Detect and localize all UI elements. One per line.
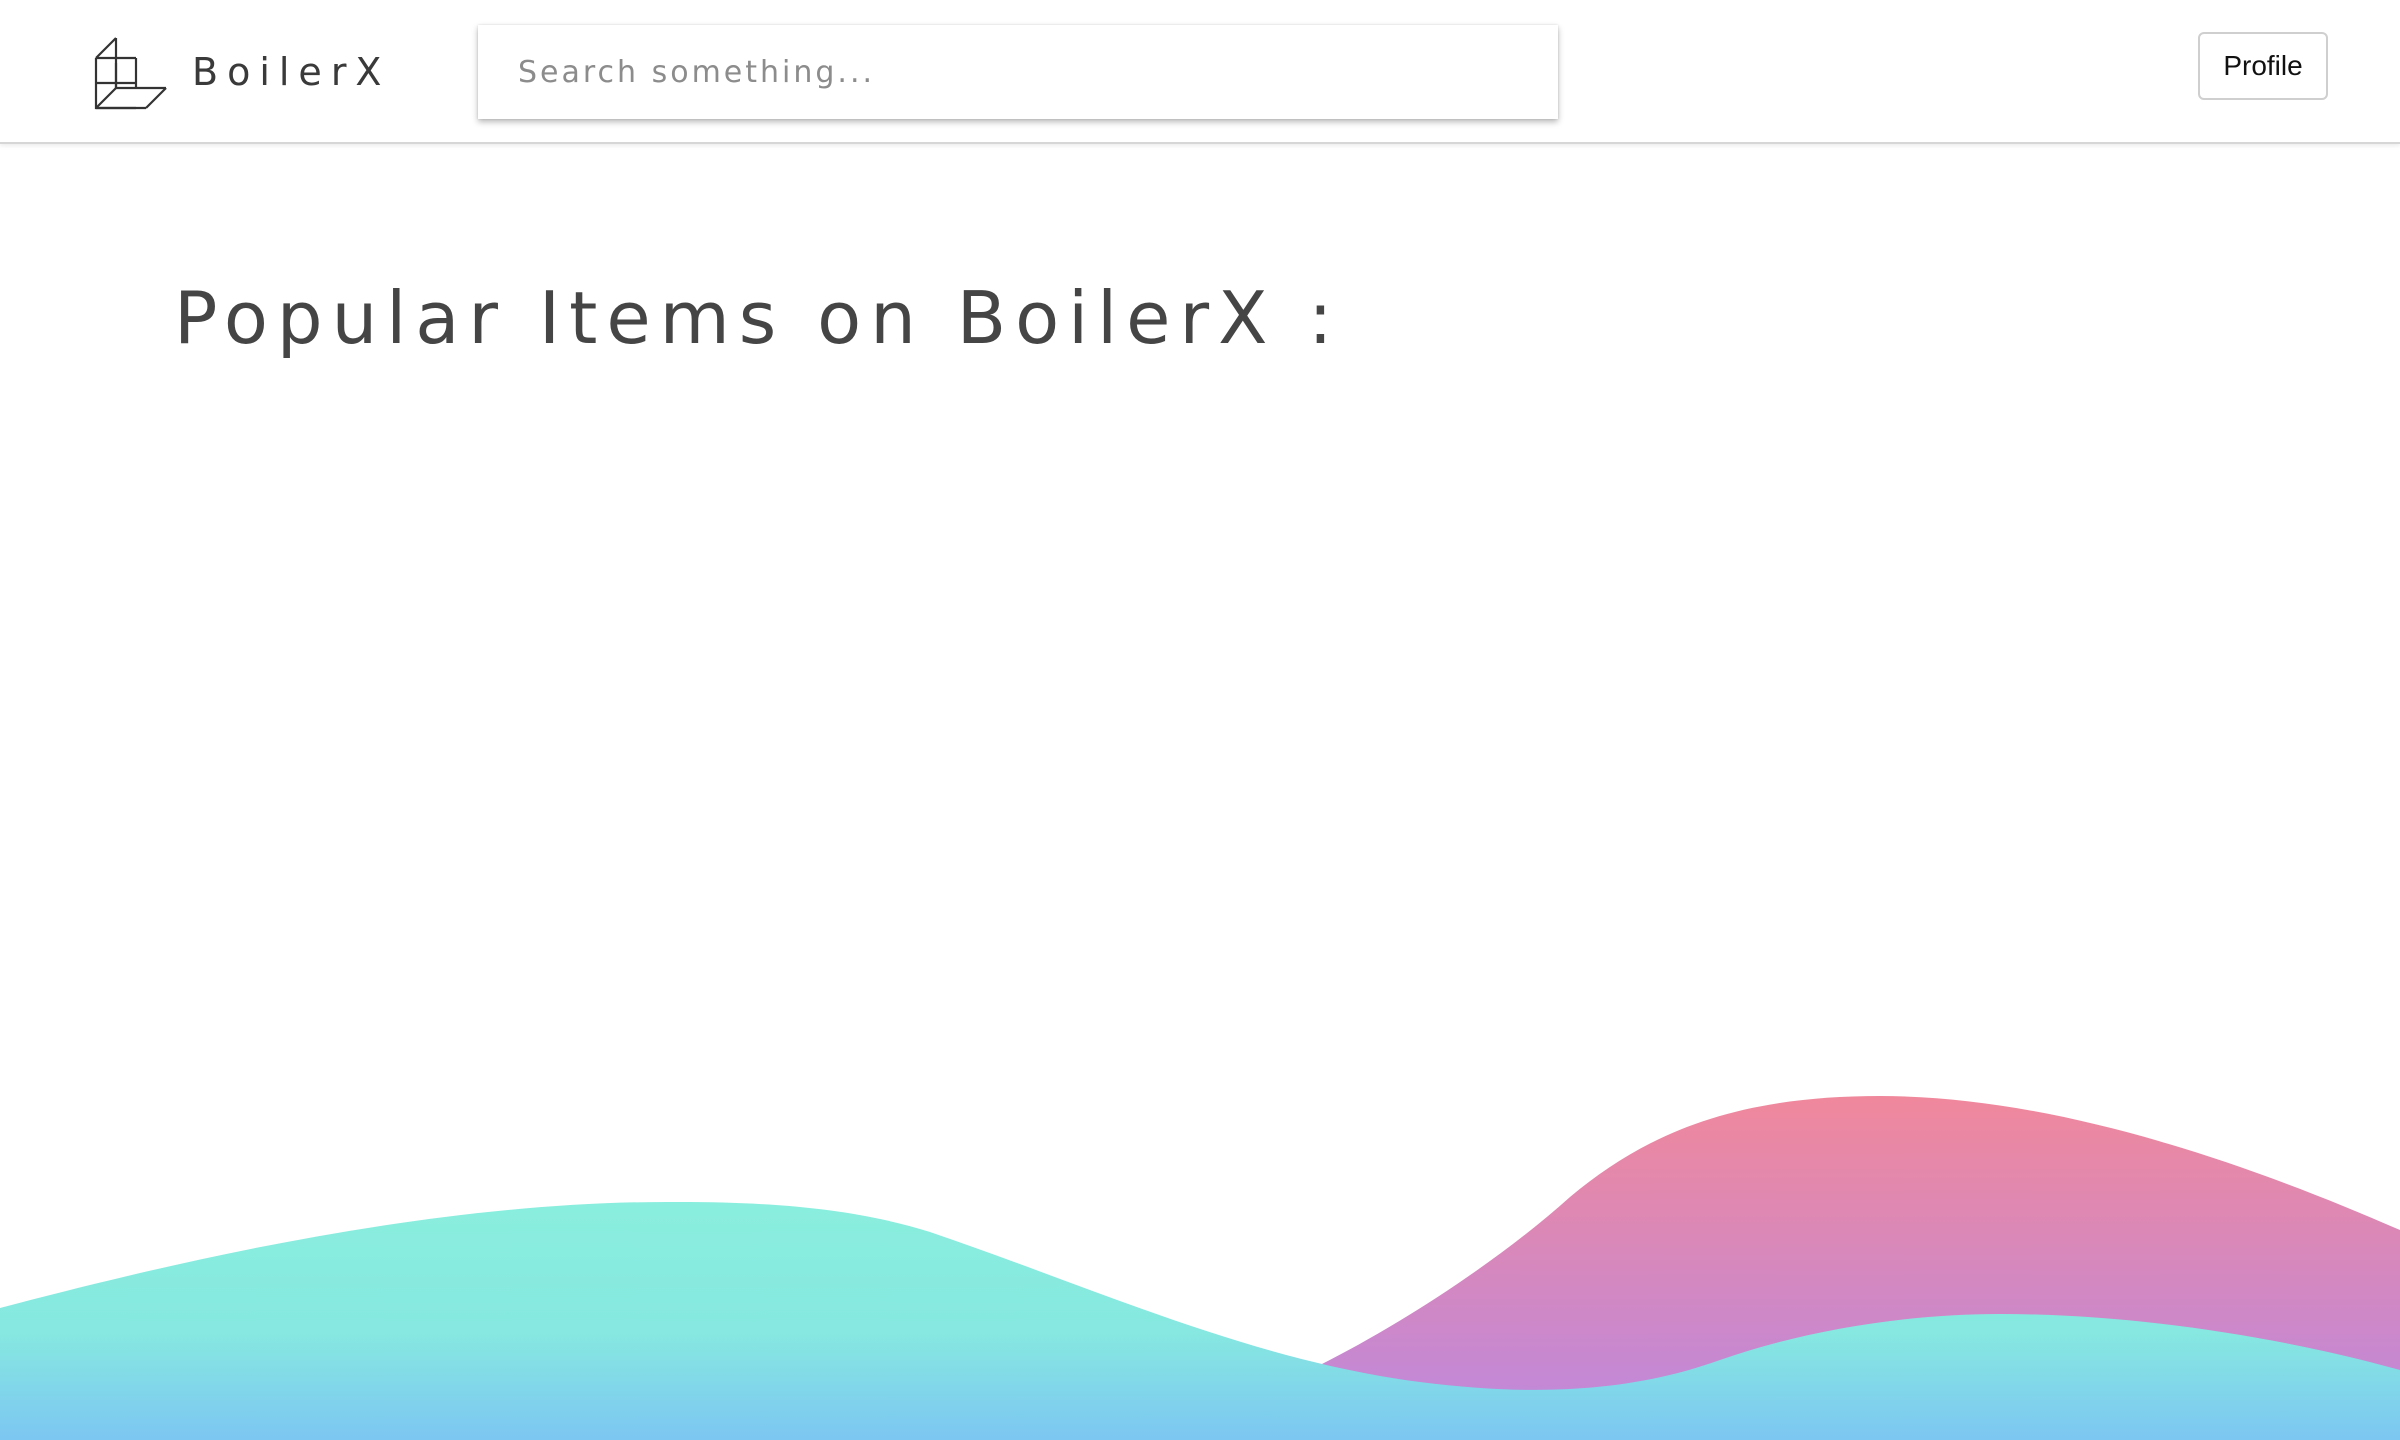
top-navbar: BoilerX Profile [0,0,2400,144]
page-title: Popular Items on BoilerX : [174,276,1342,360]
decorative-waves [0,1096,2400,1440]
profile-button[interactable]: Profile [2198,32,2328,100]
search-box [478,25,1558,119]
search-input[interactable] [478,25,1558,119]
brand-name: BoilerX [192,50,391,94]
cube-outline-icon [94,37,167,110]
page: BoilerX Profile Popular Items on BoilerX… [0,0,2400,1440]
brand-link[interactable]: BoilerX [92,34,390,110]
